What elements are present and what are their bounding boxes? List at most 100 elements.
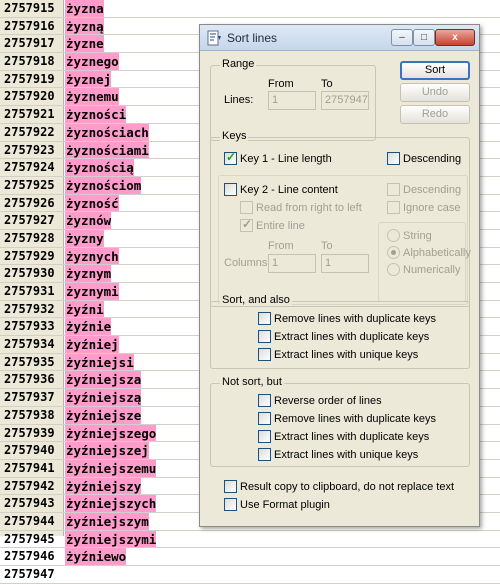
line-number: 2757928 xyxy=(4,230,55,245)
key2-label: Key 2 - Line content xyxy=(240,184,338,196)
sort-also-extract-dup-label: Extract lines with duplicate keys xyxy=(274,331,430,343)
columns-label: Columns: xyxy=(224,257,271,269)
key2-descending-checkbox[interactable] xyxy=(387,183,400,196)
key1-descending-label: Descending xyxy=(403,153,462,165)
sort-also-extract-unique-label: Extract lines with unique keys xyxy=(274,349,419,361)
line-text: żyzność xyxy=(65,194,119,212)
entire-line-checkbox[interactable]: ✓ xyxy=(240,217,253,232)
use-format-plugin-label: Use Format plugin xyxy=(240,499,330,511)
line-number: 2757942 xyxy=(4,478,55,493)
dialog-title: Sort lines xyxy=(227,31,278,45)
use-format-plugin-checkbox[interactable] xyxy=(224,498,237,511)
sort-also-remove-dup-checkbox[interactable] xyxy=(258,312,271,325)
sort-lines-dialog: Sort lines – □ x Range Lines: From To 1 … xyxy=(199,24,480,527)
dialog-titlebar[interactable]: Sort lines – □ x xyxy=(200,25,479,51)
ignore-case-label: Ignore case xyxy=(403,202,461,214)
close-button[interactable]: x xyxy=(435,29,475,46)
line-text: żyźniejszego xyxy=(65,424,157,442)
line-number: 2757924 xyxy=(4,160,55,175)
line-text: żyźnie xyxy=(65,318,112,336)
line-text: żyźniejszej xyxy=(65,442,149,459)
line-text: żyzna xyxy=(65,0,104,17)
range-group-label: Range xyxy=(220,58,257,70)
line-text: żyźniejsze xyxy=(65,406,142,424)
radio-alphabetically-label: Alphabetically xyxy=(403,247,471,259)
read-rtl-label: Read from right to left xyxy=(256,202,362,214)
line-number: 2757947 xyxy=(4,567,55,581)
radio-string-label: String xyxy=(403,230,432,242)
col-from-label: From xyxy=(268,240,294,252)
line-number: 2757929 xyxy=(4,248,55,263)
key1-checkbox[interactable]: ✓ xyxy=(224,150,237,165)
line-number: 2757943 xyxy=(4,496,55,511)
line-text: żyzne xyxy=(65,35,104,53)
radio-numerically[interactable] xyxy=(387,263,400,276)
ignore-case-checkbox[interactable] xyxy=(387,201,400,214)
range-to-field[interactable]: 2757947 xyxy=(321,91,369,110)
line-text: żyźniejszym xyxy=(65,512,149,530)
line-text xyxy=(65,566,66,583)
not-sort-extract-unique-label: Extract lines with unique keys xyxy=(274,449,419,461)
sort-lines-icon xyxy=(207,30,221,46)
range-from-label: From xyxy=(268,78,294,90)
line-number: 2757941 xyxy=(4,460,55,475)
col-to-field[interactable]: 1 xyxy=(321,254,369,273)
line-text: żyźniejszą xyxy=(65,389,142,406)
line-number: 2757919 xyxy=(4,71,55,86)
line-text: żyznymi xyxy=(65,283,119,300)
line-text: żyźniewo xyxy=(65,548,127,565)
line-number: 2757920 xyxy=(4,89,55,104)
radio-string[interactable] xyxy=(387,229,400,242)
line-text: żyznym xyxy=(65,265,112,282)
key2-descending-label: Descending xyxy=(403,184,462,196)
line-number: 2757940 xyxy=(4,443,55,458)
line-number: 2757923 xyxy=(4,142,55,157)
line-text: żyzną xyxy=(65,17,104,35)
redo-button[interactable]: Redo xyxy=(400,105,470,124)
line-number: 2757946 xyxy=(4,549,55,564)
key1-descending-checkbox[interactable] xyxy=(387,152,400,165)
not-sort-reverse-checkbox[interactable] xyxy=(258,394,271,407)
line-number: 2757915 xyxy=(4,1,55,15)
line-text: żyźniejszemu xyxy=(65,459,157,477)
not-sort-remove-dup-checkbox[interactable] xyxy=(258,412,271,425)
line-number: 2757917 xyxy=(4,36,55,51)
editor-line[interactable]: 2757915 żyzna xyxy=(0,0,500,18)
editor-line[interactable]: 2757947 xyxy=(0,566,500,584)
line-text: żyźniejszy xyxy=(65,477,142,495)
line-number: 2757925 xyxy=(4,177,55,192)
line-number: 2757931 xyxy=(4,284,55,298)
read-rtl-checkbox[interactable] xyxy=(240,201,253,214)
line-text: żyznemu xyxy=(65,88,119,106)
col-from-field[interactable]: 1 xyxy=(268,254,316,273)
line-number: 2757939 xyxy=(4,425,55,440)
editor-line[interactable]: 2757946 żyźniewo xyxy=(0,548,500,566)
not-sort-extract-unique-checkbox[interactable] xyxy=(258,448,271,461)
line-number: 2757945 xyxy=(4,531,55,546)
key1-label: Key 1 - Line length xyxy=(240,153,332,165)
line-number: 2757921 xyxy=(4,107,55,122)
line-number: 2757930 xyxy=(4,266,55,281)
sort-also-extract-dup-checkbox[interactable] xyxy=(258,330,271,343)
not-sort-remove-dup-label: Remove lines with duplicate keys xyxy=(274,413,437,425)
maximize-button[interactable]: □ xyxy=(413,29,435,46)
line-number: 2757933 xyxy=(4,319,55,334)
undo-button[interactable]: Undo xyxy=(400,83,470,102)
not-sort-extract-dup-checkbox[interactable] xyxy=(258,430,271,443)
editor-line[interactable]: 2757945 żyźniejszymi xyxy=(0,530,500,549)
line-text: żyźniej xyxy=(65,336,119,353)
not-sort-reverse-label: Reverse order of lines xyxy=(274,395,382,407)
key2-checkbox[interactable] xyxy=(224,183,237,196)
radio-alphabetically[interactable] xyxy=(387,246,400,259)
range-from-field[interactable]: 1 xyxy=(268,91,316,110)
sort-also-extract-unique-checkbox[interactable] xyxy=(258,348,271,361)
line-text: żyźniejsi xyxy=(65,353,134,371)
line-text: żyznościach xyxy=(65,123,149,141)
sort-button[interactable]: Sort xyxy=(400,61,470,80)
line-text: żyznego xyxy=(65,53,119,70)
result-copy-checkbox[interactable] xyxy=(224,480,237,493)
entire-line-label: Entire line xyxy=(256,220,305,232)
line-text: żyznej xyxy=(65,70,112,88)
line-number: 2757934 xyxy=(4,337,55,352)
minimize-button[interactable]: – xyxy=(391,29,413,46)
